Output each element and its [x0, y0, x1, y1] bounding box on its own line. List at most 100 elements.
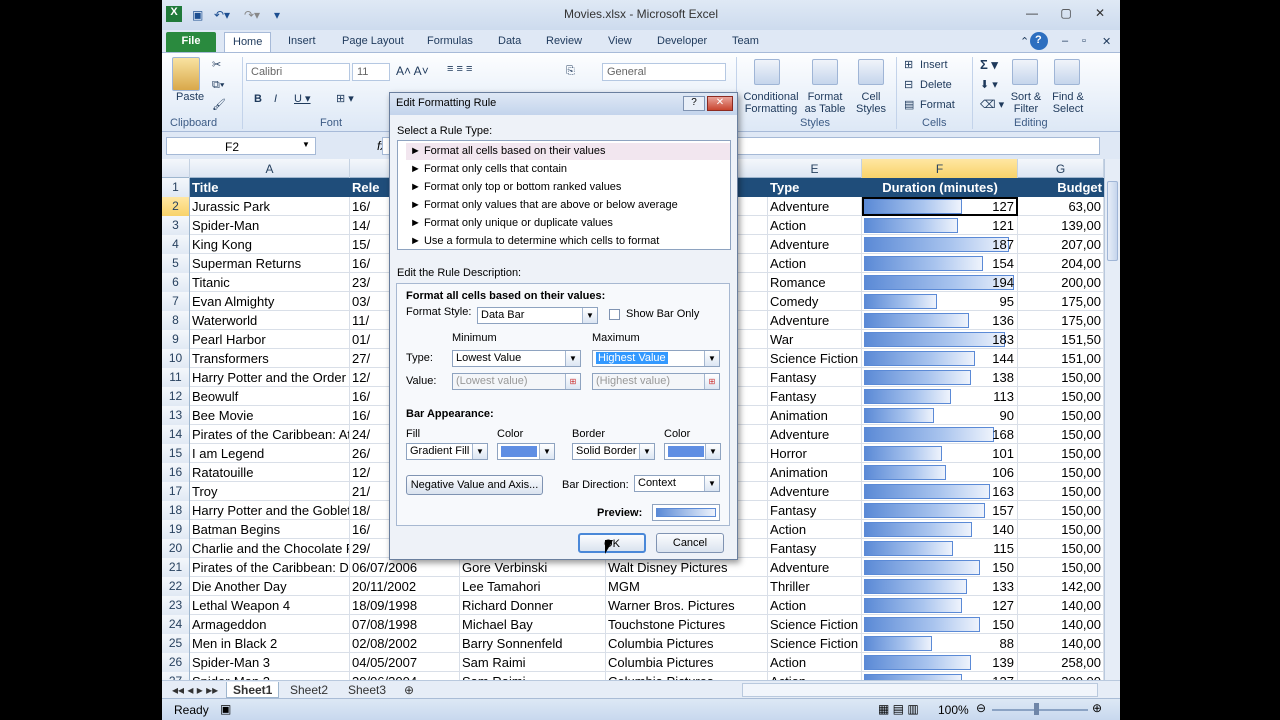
minimize-icon[interactable]: —	[1022, 6, 1042, 22]
cell-duration[interactable]: 127	[862, 596, 1018, 615]
tab-view[interactable]: View	[600, 32, 640, 52]
zoom-in-icon[interactable]: ⊕	[1092, 701, 1102, 715]
chevron-down-icon[interactable]: ▼	[704, 351, 719, 366]
cell-type[interactable]: Horror	[768, 444, 862, 463]
cell-director[interactable]: Sam Raimi	[460, 653, 606, 672]
cell-type[interactable]: Fantasy	[768, 368, 862, 387]
cell-type[interactable]: Adventure	[768, 235, 862, 254]
chevron-down-icon[interactable]: ▼	[704, 476, 719, 491]
cell-budget[interactable]: 200,00	[1018, 273, 1104, 292]
cell-duration[interactable]: 194	[862, 273, 1018, 292]
range-select-icon[interactable]: ⊞	[704, 374, 719, 389]
dialog-help-icon[interactable]: ?	[683, 96, 705, 111]
cell-type[interactable]: Animation	[768, 406, 862, 425]
column-header-e[interactable]: E	[768, 159, 862, 178]
zoom-slider[interactable]	[992, 709, 1088, 711]
cell-type[interactable]: Action	[768, 653, 862, 672]
cell-title[interactable]: Batman Begins	[190, 520, 350, 539]
row-number[interactable]: 23	[162, 596, 190, 615]
chevron-down-icon[interactable]: ▼	[565, 351, 580, 366]
cell-type[interactable]: Action	[768, 254, 862, 273]
cell-title[interactable]: Pirates of the Caribbean: De	[190, 558, 350, 577]
ribbon-restore-icon[interactable]: ▫	[1074, 32, 1094, 52]
cell-budget[interactable]: 200,00	[1018, 672, 1104, 680]
cell-title[interactable]: Pearl Harbor	[190, 330, 350, 349]
cancel-button[interactable]: Cancel	[656, 533, 724, 553]
row-number[interactable]: 9	[162, 330, 190, 349]
cell-styles-button[interactable]: Cell Styles	[852, 91, 890, 115]
tab-formulas[interactable]: Formulas	[419, 32, 481, 52]
font-size-combo[interactable]: 11	[352, 63, 390, 81]
find-select-icon[interactable]	[1054, 59, 1080, 85]
rule-type-item[interactable]: ► Format only cells that contain	[406, 161, 730, 178]
cell-duration[interactable]: 127	[862, 672, 1018, 680]
cell-studio[interactable]: Warner Bros. Pictures	[606, 596, 768, 615]
rule-type-list[interactable]: ► Format all cells based on their values…	[397, 140, 731, 250]
cell-budget[interactable]: 151,00	[1018, 349, 1104, 368]
paste-icon[interactable]	[172, 57, 200, 91]
cell-type[interactable]: Romance	[768, 273, 862, 292]
zoom-out-icon[interactable]: ⊖	[976, 701, 986, 715]
cell-director[interactable]: Barry Sonnenfeld	[460, 634, 606, 653]
cell-budget[interactable]: 140,00	[1018, 596, 1104, 615]
scroll-thumb[interactable]	[1107, 181, 1118, 261]
cell-duration[interactable]: 90	[862, 406, 1018, 425]
row-number[interactable]: 6	[162, 273, 190, 292]
cell-duration[interactable]: 157	[862, 501, 1018, 520]
cell-release[interactable]: 18/09/1998	[350, 596, 460, 615]
cell-budget[interactable]: 204,00	[1018, 254, 1104, 273]
insert-sheet-icon[interactable]: ⊕	[398, 682, 420, 698]
cell-budget[interactable]: 175,00	[1018, 292, 1104, 311]
cell-type[interactable]: Adventure	[768, 482, 862, 501]
header-type[interactable]: Type	[768, 178, 862, 197]
cell-release[interactable]: 06/07/2006	[350, 558, 460, 577]
cell-title[interactable]: Transformers	[190, 349, 350, 368]
cell-duration[interactable]: 88	[862, 634, 1018, 653]
cell-director[interactable]: Lee Tamahori	[460, 577, 606, 596]
format-cells-button[interactable]: Format	[920, 99, 955, 111]
cell-type[interactable]: Thriller	[768, 577, 862, 596]
cell-duration[interactable]: 101	[862, 444, 1018, 463]
cell-type[interactable]: Fantasy	[768, 539, 862, 558]
find-select-button[interactable]: Find & Select	[1046, 91, 1090, 115]
fill-color-select[interactable]: ▼	[497, 443, 555, 460]
min-type-select[interactable]: Lowest Value ▼	[452, 350, 581, 367]
cell-duration[interactable]: 95	[862, 292, 1018, 311]
cell-budget[interactable]: 150,00	[1018, 482, 1104, 501]
sheet-nav-icon[interactable]: ◂◂ ◂ ▸ ▸▸	[166, 682, 224, 698]
ribbon-close-icon[interactable]: ✕	[1094, 32, 1119, 52]
copy-icon[interactable]: ⧉▾	[212, 79, 224, 91]
cell-duration[interactable]: 150	[862, 558, 1018, 577]
cell-studio[interactable]: Walt Disney Pictures	[606, 558, 768, 577]
cell-title[interactable]: Jurassic Park	[190, 197, 350, 216]
cell-title[interactable]: Spider-Man	[190, 216, 350, 235]
cell-duration[interactable]: 140	[862, 520, 1018, 539]
tab-sheet3[interactable]: Sheet3	[342, 682, 392, 698]
cell-title[interactable]: Spider-Man 2	[190, 672, 350, 680]
cell-studio[interactable]: Columbia Pictures	[606, 653, 768, 672]
chevron-down-icon[interactable]: ▼	[705, 444, 720, 459]
cell-budget[interactable]: 150,00	[1018, 444, 1104, 463]
cell-budget[interactable]: 140,00	[1018, 615, 1104, 634]
format-painter-icon[interactable]: 🖌	[212, 99, 226, 111]
row-number[interactable]: 21	[162, 558, 190, 577]
cell-duration[interactable]: 139	[862, 653, 1018, 672]
cell-duration[interactable]: 183	[862, 330, 1018, 349]
chevron-down-icon[interactable]: ▼	[582, 308, 597, 323]
cell-title[interactable]: I am Legend	[190, 444, 350, 463]
row-number[interactable]: 4	[162, 235, 190, 254]
cell-type[interactable]: Adventure	[768, 558, 862, 577]
cell-type[interactable]: Adventure	[768, 425, 862, 444]
delete-cells-button[interactable]: Delete	[920, 79, 952, 91]
cell-studio[interactable]: MGM	[606, 577, 768, 596]
cell-budget[interactable]: 258,00	[1018, 653, 1104, 672]
row-number[interactable]: 17	[162, 482, 190, 501]
rule-type-item[interactable]: ► Format only unique or duplicate values	[406, 215, 730, 232]
cell-release[interactable]: 20/11/2002	[350, 577, 460, 596]
cell-duration[interactable]: 154	[862, 254, 1018, 273]
show-bar-only-checkbox[interactable]	[609, 309, 620, 320]
cell-duration[interactable]: 121	[862, 216, 1018, 235]
cell-type[interactable]: Animation	[768, 463, 862, 482]
cell-duration[interactable]: 136	[862, 311, 1018, 330]
cell-title[interactable]: Bee Movie	[190, 406, 350, 425]
